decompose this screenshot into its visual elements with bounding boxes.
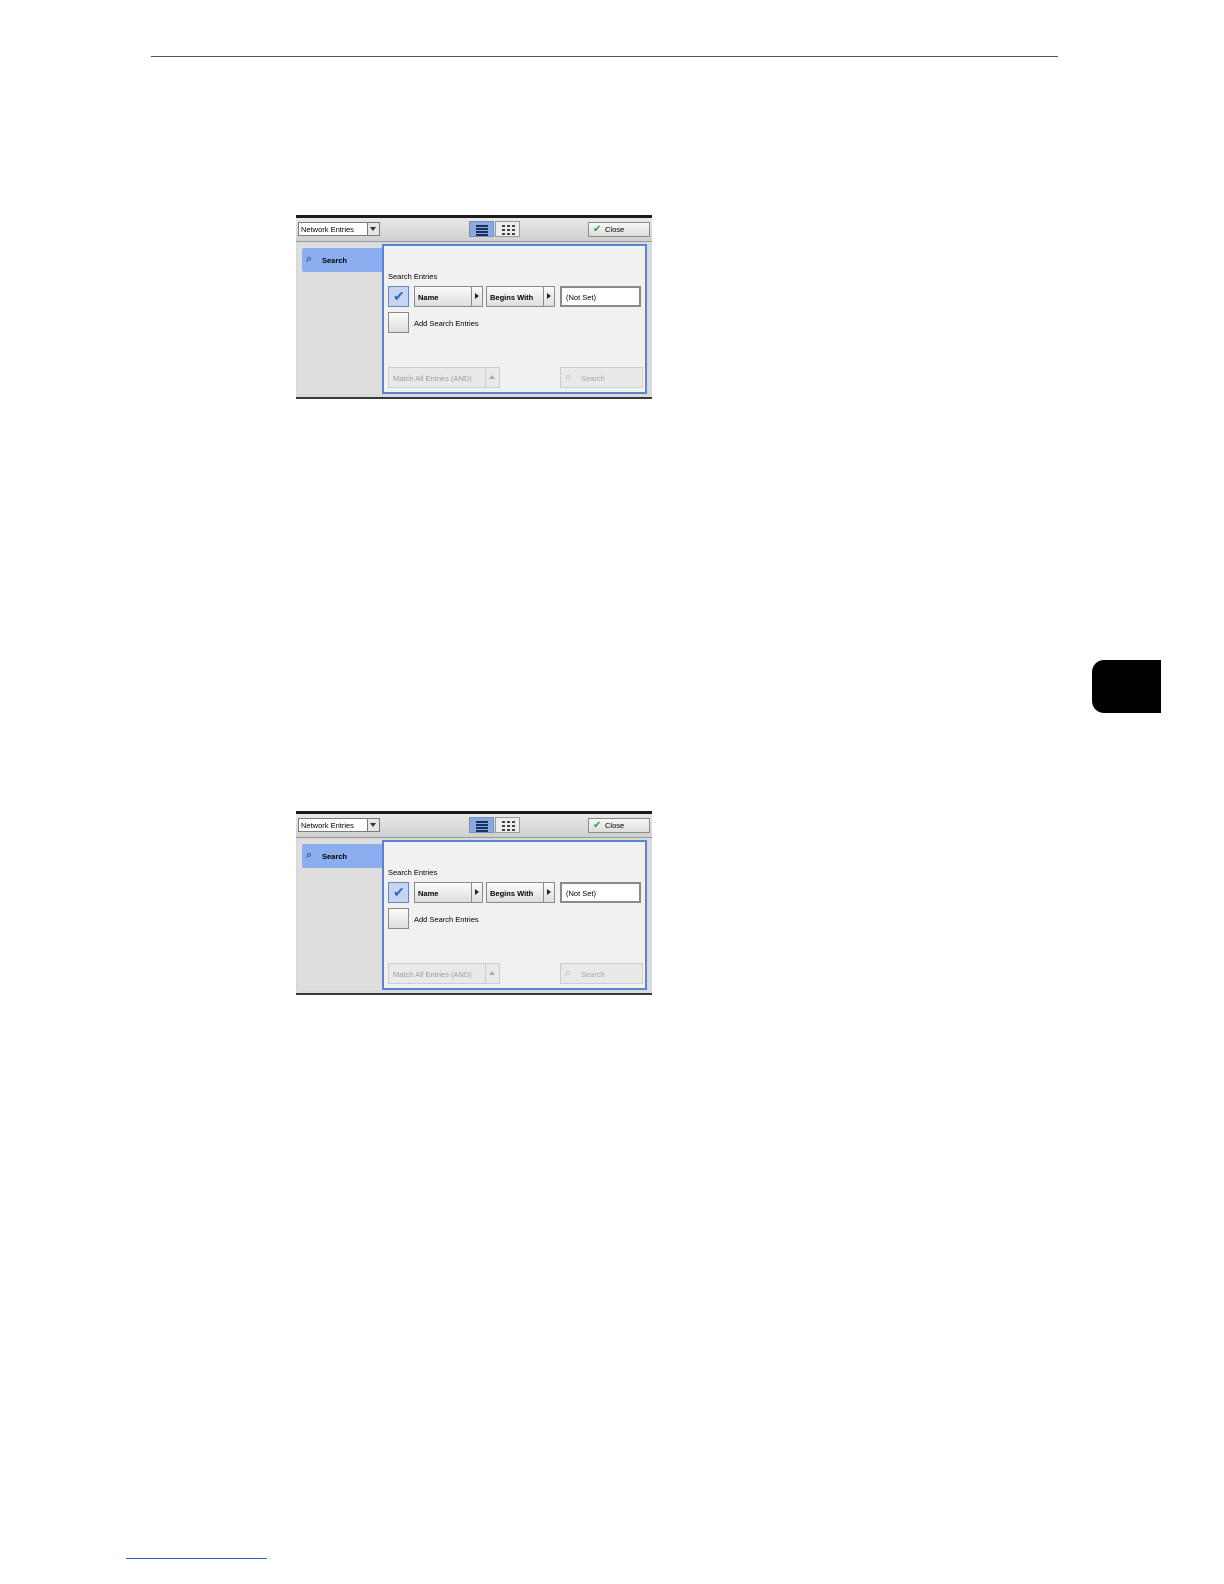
close-label: Close (605, 225, 625, 234)
chevron-up-icon (485, 964, 499, 983)
chevron-down-icon (367, 819, 379, 831)
search-value-field[interactable]: (Not Set) (560, 286, 641, 307)
search-screen-2: Network Entries ✔ Close ⌕ Search Search … (296, 811, 652, 995)
screen-toolbar: Network Entries ✔ Close (296, 814, 652, 838)
address-type-label: Network Entries (301, 821, 354, 830)
check-icon: ✔ (393, 884, 405, 900)
search-button-label: Search (581, 970, 605, 979)
checkmark-icon: ✔ (593, 820, 602, 831)
match-mode-label: Match All Entries (AND) (393, 970, 472, 979)
close-button[interactable]: ✔ Close (588, 818, 650, 833)
entry-checkbox[interactable]: ✔ (388, 882, 409, 903)
search-screen-1: Network Entries ✔ Close ⌕ Search Search … (296, 215, 652, 399)
view-toggle (469, 221, 521, 237)
condition-select[interactable]: Begins With (486, 286, 555, 307)
add-entries-label: Add Search Entries (414, 915, 479, 924)
footer-link-underline[interactable] (126, 1558, 267, 1559)
binoculars-icon: ⌕ (306, 253, 313, 265)
sidebar-item-search[interactable]: ⌕ Search (302, 248, 382, 272)
sidebar: ⌕ Search (298, 244, 382, 394)
search-button[interactable]: ⌕ Search (560, 963, 643, 984)
list-view-button[interactable] (469, 817, 494, 833)
sidebar-item-label: Search (322, 852, 348, 861)
search-panel: Search Entries ✔ Name Begins With (Not S… (382, 840, 647, 990)
address-type-dropdown[interactable]: Network Entries (298, 818, 380, 832)
header-rule (151, 56, 1058, 57)
match-mode-label: Match All Entries (AND) (393, 374, 472, 383)
grid-view-button[interactable] (495, 221, 520, 237)
checkmark-icon: ✔ (593, 224, 602, 235)
sidebar-item-label: Search (322, 256, 348, 265)
section-title: Search Entries (388, 272, 438, 281)
search-value-text: (Not Set) (566, 889, 597, 898)
close-button[interactable]: ✔ Close (588, 222, 650, 237)
field-select-label: Name (418, 889, 439, 898)
list-view-button[interactable] (469, 221, 494, 237)
condition-select-label: Begins With (490, 293, 534, 302)
add-entries-checkbox[interactable] (388, 312, 409, 333)
close-label: Close (605, 821, 625, 830)
search-value-field[interactable]: (Not Set) (560, 882, 641, 903)
address-type-dropdown[interactable]: Network Entries (298, 222, 380, 236)
chevron-down-icon (367, 223, 379, 235)
section-title: Search Entries (388, 868, 438, 877)
binoculars-icon: ⌕ (306, 849, 313, 861)
search-button[interactable]: ⌕ Search (560, 367, 643, 388)
binoculars-icon: ⌕ (565, 967, 572, 979)
chevron-right-icon (471, 287, 482, 306)
view-toggle (469, 817, 521, 833)
condition-select-label: Begins With (490, 889, 534, 898)
screen-toolbar: Network Entries ✔ Close (296, 218, 652, 242)
entry-checkbox[interactable]: ✔ (388, 286, 409, 307)
chevron-right-icon (471, 883, 482, 902)
sidebar: ⌕ Search (298, 840, 382, 990)
check-icon: ✔ (393, 288, 405, 304)
field-select[interactable]: Name (414, 286, 483, 307)
add-entries-label: Add Search Entries (414, 319, 479, 328)
address-type-label: Network Entries (301, 225, 354, 234)
add-entries-checkbox[interactable] (388, 908, 409, 929)
sidebar-item-search[interactable]: ⌕ Search (302, 844, 382, 868)
chevron-right-icon (543, 287, 554, 306)
search-value-text: (Not Set) (566, 293, 597, 302)
grid-view-button[interactable] (495, 817, 520, 833)
match-mode-button[interactable]: Match All Entries (AND) (388, 963, 500, 984)
condition-select[interactable]: Begins With (486, 882, 555, 903)
search-panel: Search Entries ✔ Name Begins With (Not S… (382, 244, 647, 394)
field-select-label: Name (418, 293, 439, 302)
field-select[interactable]: Name (414, 882, 483, 903)
search-button-label: Search (581, 374, 605, 383)
match-mode-button[interactable]: Match All Entries (AND) (388, 367, 500, 388)
binoculars-icon: ⌕ (565, 371, 572, 383)
chevron-up-icon (485, 368, 499, 387)
chapter-tab (1092, 660, 1161, 713)
chevron-right-icon (543, 883, 554, 902)
